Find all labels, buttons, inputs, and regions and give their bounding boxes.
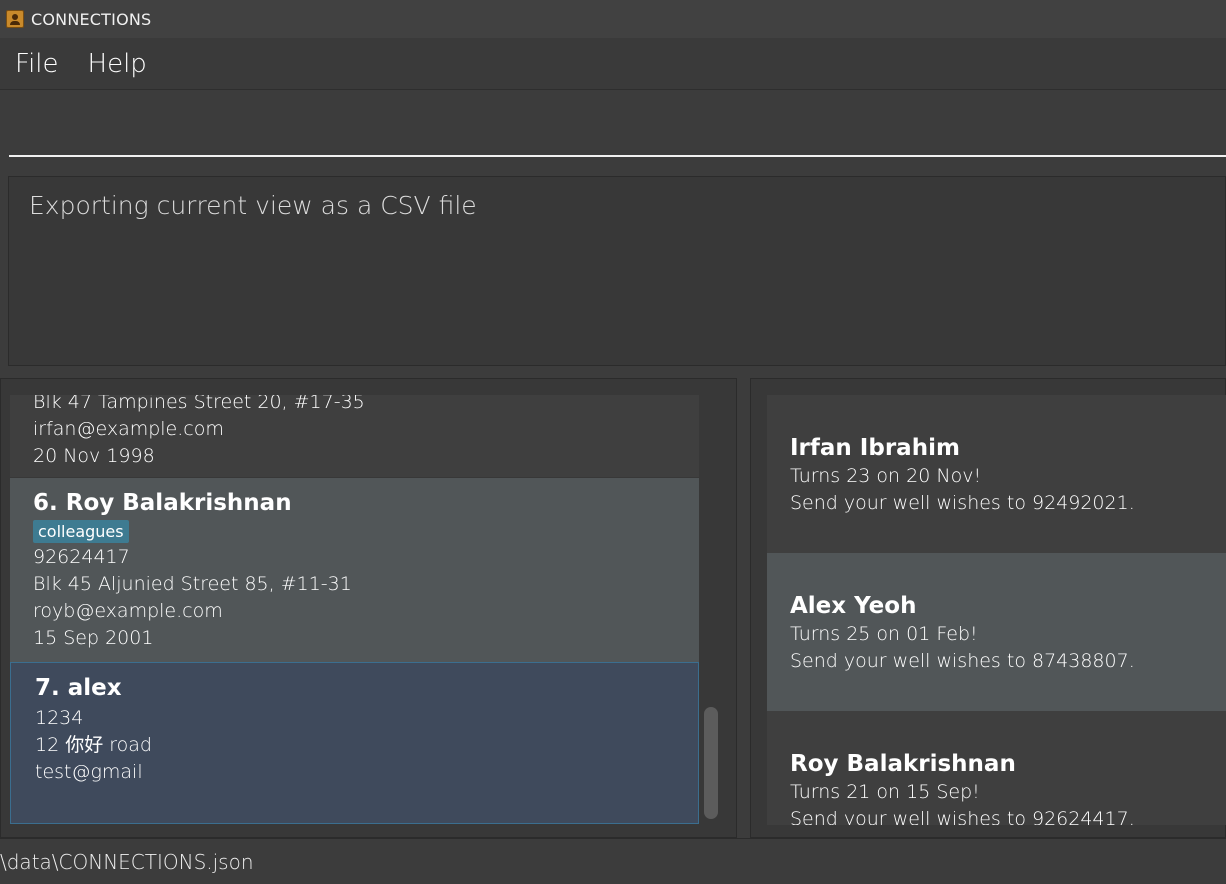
person-name: 7. alex bbox=[35, 675, 122, 701]
person-card[interactable]: Blk 47 Tampines Street 20, #17-35 irfan@… bbox=[10, 395, 699, 477]
person-name: 6. Roy Balakrishnan bbox=[33, 490, 292, 516]
window-title: CONNECTIONS bbox=[31, 9, 152, 29]
person-card[interactable]: 6. Roy Balakrishnan colleagues 92624417 … bbox=[10, 478, 699, 662]
birthday-list[interactable]: Irfan Ibrahim Turns 23 on 20 Nov! Send y… bbox=[767, 395, 1226, 825]
birthday-wish: Send your well wishes to 92492021. bbox=[790, 492, 1135, 514]
birthday-card[interactable]: Irfan Ibrahim Turns 23 on 20 Nov! Send y… bbox=[767, 395, 1226, 553]
person-address: Blk 47 Tampines Street 20, #17-35 bbox=[33, 395, 365, 413]
person-birthday: 15 Sep 2001 bbox=[33, 627, 154, 649]
command-input[interactable] bbox=[9, 101, 1226, 157]
birthday-turns: Turns 25 on 01 Feb! bbox=[790, 623, 978, 645]
menu-help[interactable]: Help bbox=[88, 49, 147, 79]
person-tag: colleagues bbox=[33, 520, 129, 543]
person-address: 12 你好 road bbox=[35, 734, 152, 756]
birthday-panel: Irfan Ibrahim Turns 23 on 20 Nov! Send y… bbox=[750, 378, 1226, 838]
person-list[interactable]: Blk 47 Tampines Street 20, #17-35 irfan@… bbox=[10, 395, 699, 825]
birthday-card[interactable]: Alex Yeoh Turns 25 on 01 Feb! Send your … bbox=[767, 553, 1226, 711]
result-display: Exporting current view as a CSV file bbox=[8, 176, 1226, 366]
command-box bbox=[0, 91, 1226, 175]
birthday-turns: Turns 21 on 15 Sep! bbox=[790, 781, 980, 803]
birthday-name: Roy Balakrishnan bbox=[790, 751, 1016, 777]
birthday-wish: Send your well wishes to 87438807. bbox=[790, 650, 1135, 672]
birthday-card[interactable]: Roy Balakrishnan Turns 21 on 15 Sep! Sen… bbox=[767, 711, 1226, 825]
save-location-path: \data\CONNECTIONS.json bbox=[0, 850, 254, 874]
title-bar: CONNECTIONS bbox=[0, 0, 1226, 38]
birthday-name: Alex Yeoh bbox=[790, 593, 917, 619]
result-message: Exporting current view as a CSV file bbox=[29, 191, 477, 220]
person-address: Blk 45 Aljunied Street 85, #11-31 bbox=[33, 573, 352, 595]
status-bar: \data\CONNECTIONS.json bbox=[0, 838, 1226, 884]
contacts-app-icon bbox=[6, 10, 24, 28]
menu-file[interactable]: File bbox=[15, 49, 59, 79]
person-email: irfan@example.com bbox=[33, 418, 224, 440]
birthday-turns: Turns 23 on 20 Nov! bbox=[790, 465, 982, 487]
person-phone: 92624417 bbox=[33, 546, 130, 568]
person-email: royb@example.com bbox=[33, 600, 223, 622]
menu-bar: File Help bbox=[0, 38, 1226, 90]
person-birthday: 20 Nov 1998 bbox=[33, 445, 155, 467]
main-panels: Blk 47 Tampines Street 20, #17-35 irfan@… bbox=[0, 376, 1226, 838]
birthday-name: Irfan Ibrahim bbox=[790, 435, 960, 461]
person-phone: 1234 bbox=[35, 707, 84, 729]
scrollbar-thumb[interactable] bbox=[704, 707, 718, 819]
person-list-panel: Blk 47 Tampines Street 20, #17-35 irfan@… bbox=[0, 378, 737, 838]
birthday-wish: Send your well wishes to 92624417. bbox=[790, 808, 1135, 825]
person-email: test@gmail bbox=[35, 761, 143, 783]
person-card-selected[interactable]: 7. alex 1234 12 你好 road test@gmail bbox=[10, 662, 699, 824]
